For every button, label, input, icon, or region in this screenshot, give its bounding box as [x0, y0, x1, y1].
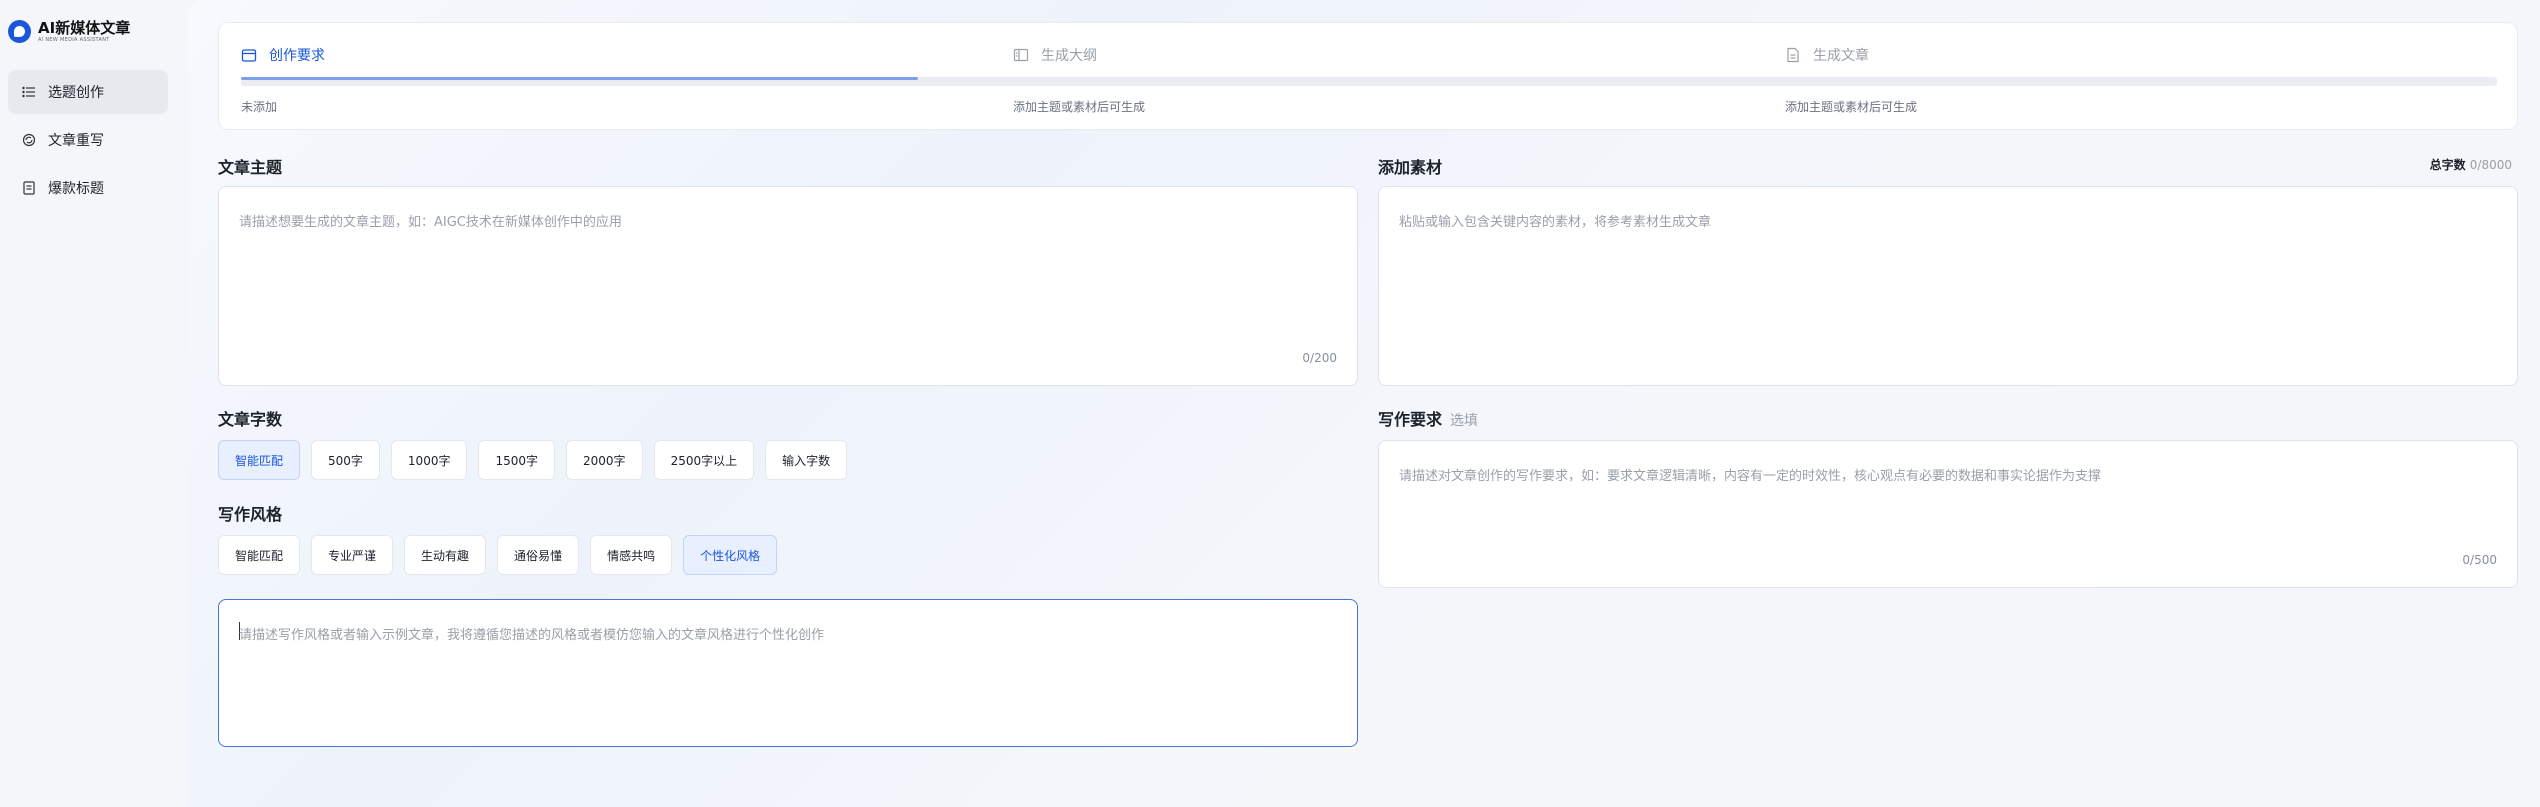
material-title: 添加素材 [1378, 158, 1443, 177]
brand[interactable]: AI新媒体文章 AI NEW MEDIA ASSISTANT [8, 20, 130, 43]
step-article[interactable]: 生成文章 添加主题或素材后可生成 [1785, 23, 2540, 131]
brand-logo [8, 20, 31, 43]
sidebar-item-label: 选题创作 [48, 85, 104, 101]
topic-input[interactable]: 请描述想要生成的文章主题，如：AIGC技术在新媒体创作中的应用 0/200 [218, 186, 1358, 386]
brand-name: AI新媒体文章 [38, 19, 131, 37]
style-option[interactable]: 个性化风格 [683, 535, 778, 575]
step-desc: 未添加 [241, 100, 278, 114]
style-option[interactable]: 情感共鸣 [590, 535, 673, 575]
word-count-option[interactable]: 1500字 [478, 440, 556, 480]
topic-char-count: 0/200 [1302, 351, 1337, 365]
word-count-option[interactable]: 2000字 [566, 440, 643, 480]
sidebar: AI新媒体文章 AI NEW MEDIA ASSISTANT 选题创作 文章重写… [0, 0, 188, 807]
material-input[interactable]: 粘贴或输入包含关键内容的素材，将参考素材生成文章 [1378, 186, 2518, 386]
document-icon [22, 181, 36, 195]
file-icon [1785, 47, 1801, 63]
main-content: 创作要求 未添加 生成大纲 添加主题或素材后可生成 生成文章 添加主题或素材后可… [188, 0, 2540, 807]
style-option[interactable]: 智能匹配 [218, 535, 301, 575]
requirements-title-text: 写作要求 [1378, 410, 1443, 429]
style-option[interactable]: 专业严谨 [311, 535, 394, 575]
style-options: 智能匹配 专业严谨 生动有趣 通俗易懂 情感共鸣 个性化风格 [218, 535, 788, 575]
word-count-option[interactable]: 500字 [311, 440, 380, 480]
step-desc: 添加主题或素材后可生成 [1013, 100, 1146, 114]
topic-placeholder: 请描述想要生成的文章主题，如：AIGC技术在新媒体创作中的应用 [239, 215, 622, 230]
word-count-option[interactable]: 2500字以上 [653, 440, 755, 480]
steps-card: 创作要求 未添加 生成大纲 添加主题或素材后可生成 生成文章 添加主题或素材后可… [218, 22, 2518, 130]
style-option[interactable]: 通俗易懂 [497, 535, 580, 575]
step-desc: 添加主题或素材后可生成 [1785, 100, 1918, 114]
sidebar-nav: 选题创作 文章重写 爆款标题 [8, 70, 168, 214]
brand-subtitle: AI NEW MEDIA ASSISTANT [38, 37, 110, 43]
requirements-title: 写作要求 选填 [1378, 406, 1478, 430]
requirements-optional: 选填 [1450, 413, 1479, 429]
sidebar-item-label: 文章重写 [48, 133, 104, 149]
word-count-option[interactable]: 输入字数 [765, 440, 848, 480]
sidebar-item-topic-creation[interactable]: 选题创作 [8, 70, 168, 114]
material-total-label: 总字数 [2429, 158, 2466, 172]
step-requirements[interactable]: 创作要求 未添加 [241, 23, 1001, 131]
word-count-options: 智能匹配 500字 1000字 1500字 2000字 2500字以上 输入字数 [218, 440, 858, 480]
step-label: 生成文章 [1813, 48, 1869, 64]
outline-icon [1013, 47, 1029, 63]
requirements-placeholder: 请描述对文章创作的写作要求，如：要求文章逻辑清晰，内容有一定的时效性，核心观点有… [1399, 469, 2102, 484]
step-label: 生成大纲 [1041, 48, 1097, 64]
list-icon [22, 85, 36, 99]
word-count-title: 文章字数 [218, 410, 283, 429]
style-title: 写作风格 [218, 505, 283, 524]
word-count-option[interactable]: 1000字 [390, 440, 468, 480]
step-outline[interactable]: 生成大纲 添加主题或素材后可生成 [1013, 23, 1773, 131]
style-option[interactable]: 生动有趣 [404, 535, 487, 575]
step-label: 创作要求 [269, 48, 325, 64]
sidebar-item-article-rewrite[interactable]: 文章重写 [8, 118, 168, 162]
material-total-count: 总字数 0/8000 [2430, 156, 2512, 173]
material-total-value: 0/8000 [2469, 158, 2512, 172]
rewrite-icon [22, 133, 36, 147]
material-placeholder: 粘贴或输入包含关键内容的素材，将参考素材生成文章 [1399, 215, 1712, 230]
word-count-option[interactable]: 智能匹配 [218, 440, 301, 480]
custom-style-placeholder: 请描述写作风格或者输入示例文章，我将遵循您描述的风格或者模仿您输入的文章风格进行… [239, 628, 825, 643]
calendar-icon [241, 47, 257, 63]
topic-title: 文章主题 [218, 158, 283, 177]
sidebar-item-viral-titles[interactable]: 爆款标题 [8, 166, 168, 210]
custom-style-input[interactable]: 请描述写作风格或者输入示例文章，我将遵循您描述的风格或者模仿您输入的文章风格进行… [218, 599, 1358, 747]
requirements-char-count: 0/500 [2462, 553, 2497, 567]
requirements-input[interactable]: 请描述对文章创作的写作要求，如：要求文章逻辑清晰，内容有一定的时效性，核心观点有… [1378, 440, 2518, 588]
sidebar-item-label: 爆款标题 [48, 181, 104, 197]
